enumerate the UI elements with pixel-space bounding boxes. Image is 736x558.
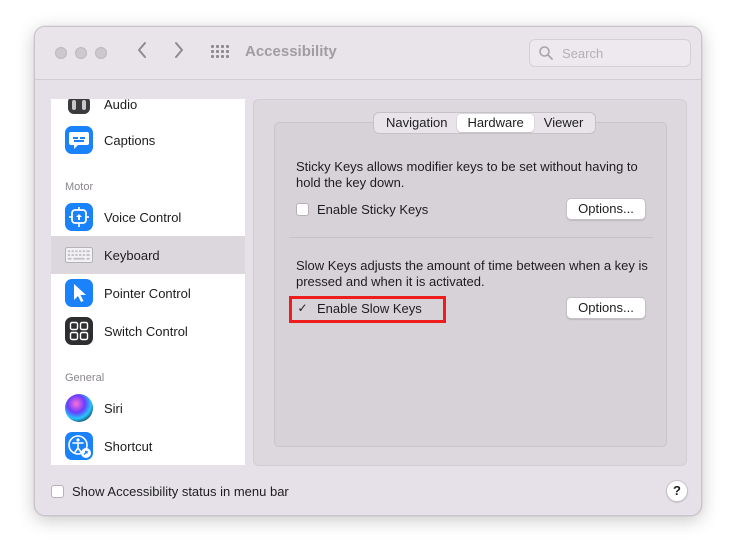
forward-button[interactable] <box>168 41 190 65</box>
section-header-motor: Motor <box>65 181 94 193</box>
search-input[interactable] <box>560 44 680 62</box>
minimize-window-button[interactable] <box>75 47 87 59</box>
sticky-keys-options-button[interactable]: Options... <box>566 198 646 220</box>
tab-hardware[interactable]: Hardware <box>457 114 534 132</box>
section-header-general: General <box>65 372 105 384</box>
tab-navigation[interactable]: Navigation <box>376 114 457 132</box>
highlight-annotation-box <box>289 296 446 323</box>
chevron-left-icon <box>138 42 146 58</box>
sidebar-item-switch-control[interactable]: Switch Control <box>51 312 245 350</box>
sticky-keys-checkbox-label: Enable Sticky Keys <box>317 201 429 217</box>
sidebar-item-voice-control[interactable]: Voice Control <box>51 198 245 236</box>
sidebar-item-captions[interactable]: Captions <box>51 121 245 159</box>
sticky-keys-checkbox-row[interactable]: Enable Sticky Keys <box>296 200 428 218</box>
chevron-right-icon <box>175 42 183 58</box>
tab-bar: Navigation Hardware Viewer <box>373 112 597 134</box>
hardware-tab-content: Navigation Hardware Viewer Sticky Keys a… <box>274 112 667 447</box>
sidebar-item-siri[interactable]: Siri <box>51 389 245 427</box>
sidebar-item-keyboard[interactable]: Keyboard <box>51 236 245 274</box>
help-button[interactable]: ? <box>666 480 688 502</box>
sidebar: Audio Captions Motor Voice Control Keybo… <box>51 99 245 465</box>
menu-bar-status-checkbox[interactable] <box>51 484 64 498</box>
search-icon <box>539 46 553 60</box>
audio-icon <box>65 99 93 118</box>
sticky-keys-description: Sticky Keys allows modifier keys to be s… <box>296 159 638 190</box>
zoom-window-button[interactable] <box>95 47 107 59</box>
search-field[interactable] <box>529 39 691 67</box>
show-all-grid-icon[interactable] <box>211 45 229 61</box>
sidebar-item-label: Audio <box>104 99 138 112</box>
switch-control-icon <box>65 317 93 345</box>
sidebar-item-label: Voice Control <box>104 209 182 225</box>
sidebar-item-pointer-control[interactable]: Pointer Control <box>51 274 245 312</box>
sidebar-item-label: Keyboard <box>104 247 160 263</box>
window-title: Accessibility <box>245 43 337 60</box>
slow-keys-options-button[interactable]: Options... <box>566 297 646 319</box>
menu-bar-status-label: Show Accessibility status in menu bar <box>72 483 289 499</box>
title-bar: Accessibility <box>35 27 701 80</box>
shortcut-icon <box>65 432 93 460</box>
sidebar-item-label: Captions <box>104 132 156 148</box>
section-divider <box>289 237 653 238</box>
voice-control-icon <box>65 203 93 231</box>
sidebar-item-label: Pointer Control <box>104 285 191 301</box>
slow-keys-description: Slow Keys adjusts the amount of time bet… <box>296 258 648 289</box>
sidebar-item-shortcut[interactable]: Shortcut <box>51 427 245 465</box>
back-button[interactable] <box>131 41 153 65</box>
close-window-button[interactable] <box>55 47 67 59</box>
menu-bar-status-row[interactable]: Show Accessibility status in menu bar <box>51 482 289 500</box>
keyboard-icon <box>65 241 93 269</box>
pointer-icon <box>65 279 93 307</box>
sticky-keys-checkbox[interactable] <box>296 202 309 216</box>
captions-icon <box>65 126 93 154</box>
main-panel: Navigation Hardware Viewer Sticky Keys a… <box>253 99 687 466</box>
accessibility-window: Accessibility Audio <box>34 26 702 516</box>
siri-icon <box>65 394 93 422</box>
sidebar-item-label: Switch Control <box>104 323 188 339</box>
sidebar-item-label: Siri <box>104 400 123 416</box>
tab-viewer[interactable]: Viewer <box>534 114 594 132</box>
sidebar-item-audio[interactable]: Audio <box>51 99 245 123</box>
sidebar-item-label: Shortcut <box>104 438 153 454</box>
